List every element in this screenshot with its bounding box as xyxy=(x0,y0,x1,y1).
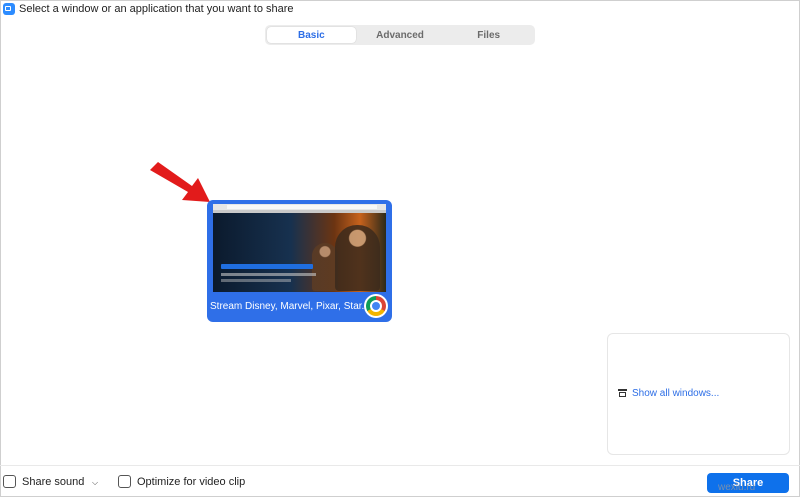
window-card-label: Stream Disney, Marvel, Pixar, Star... xyxy=(210,301,365,312)
zoom-app-icon xyxy=(3,3,15,15)
share-tabs: Basic Advanced Files xyxy=(265,25,535,45)
title-bar: Select a window or an application that y… xyxy=(0,0,800,18)
tab-files[interactable]: Files xyxy=(444,27,533,43)
optimize-video-label: Optimize for video clip xyxy=(137,475,246,488)
share-sound-label: Share sound xyxy=(22,475,85,488)
footer-divider xyxy=(0,465,800,466)
chrome-icon xyxy=(364,294,388,318)
share-sound-option[interactable]: Share sound xyxy=(3,475,84,488)
window-thumbnail xyxy=(213,204,386,292)
optimize-video-checkbox[interactable] xyxy=(118,475,131,488)
optimize-video-option[interactable]: Optimize for video clip xyxy=(118,475,245,488)
red-arrow-icon xyxy=(150,162,210,202)
windows-stack-icon xyxy=(618,389,627,398)
share-sound-checkbox[interactable] xyxy=(3,475,16,488)
show-all-windows-label: Show all windows... xyxy=(632,388,720,399)
watermark: wexlu.ru xyxy=(718,482,756,493)
chevron-down-icon[interactable]: ⌵ xyxy=(92,479,100,487)
tab-basic[interactable]: Basic xyxy=(267,27,356,43)
show-all-windows-link[interactable]: Show all windows... xyxy=(618,388,719,399)
window-title: Select a window or an application that y… xyxy=(19,3,294,15)
shareable-window-card[interactable]: Stream Disney, Marvel, Pixar, Star... xyxy=(207,200,392,322)
tab-advanced[interactable]: Advanced xyxy=(356,27,445,43)
